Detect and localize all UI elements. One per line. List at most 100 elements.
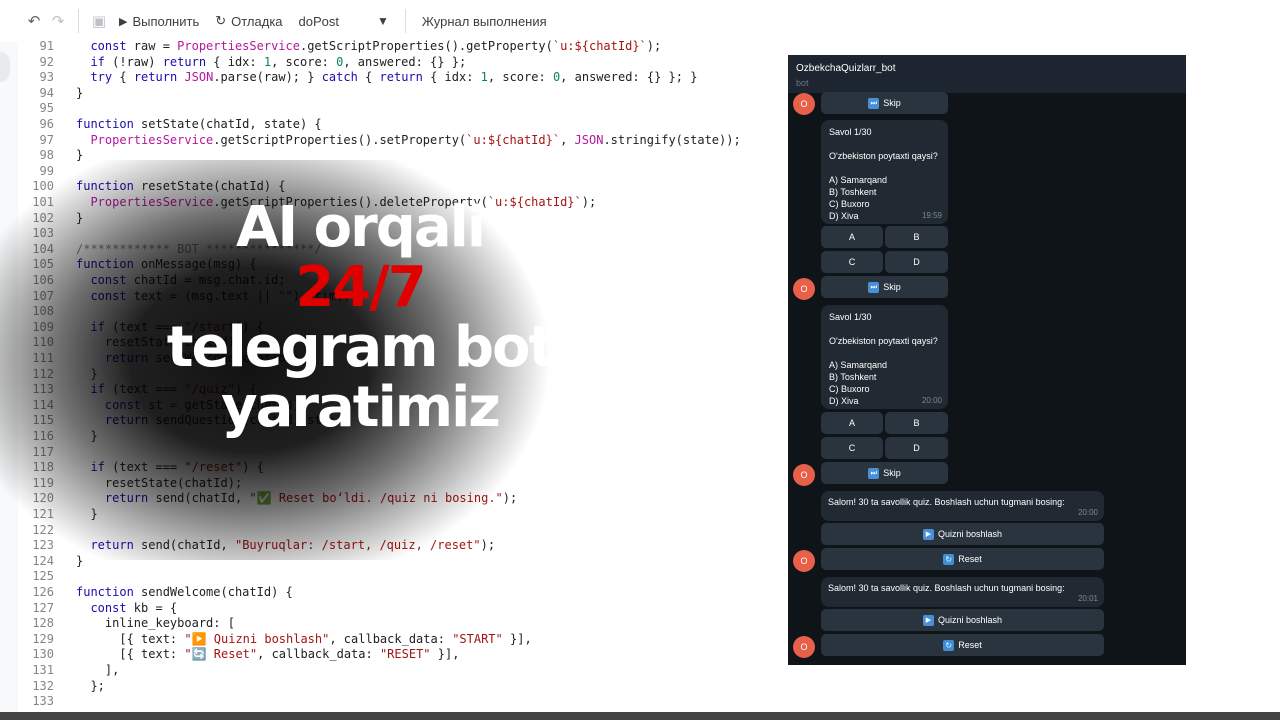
skip-button[interactable]: ⏭ Skip: [821, 462, 948, 484]
code-line[interactable]: 97 PropertiesService.getScriptProperties…: [18, 132, 741, 148]
start-quiz-button[interactable]: ▶ Quizni boshlash: [821, 609, 1104, 631]
code-line[interactable]: 121 }: [18, 506, 97, 522]
toolbar-divider: [78, 9, 79, 33]
line-number: 99: [39, 163, 54, 178]
code-line[interactable]: 122: [18, 522, 54, 538]
code-line[interactable]: 128 inline_keyboard: [: [18, 615, 235, 631]
option-c: C) Buxoro: [829, 384, 870, 394]
code-line[interactable]: 101 PropertiesService.getScriptPropertie…: [18, 194, 596, 210]
reset-button[interactable]: ↻ Reset: [821, 634, 1104, 656]
question-title: Savol 1/30: [829, 127, 872, 137]
answer-c-button[interactable]: C: [821, 437, 883, 459]
code-text: }: [76, 148, 84, 163]
code-line[interactable]: 108: [18, 303, 54, 319]
code-line[interactable]: 105 function onMessage(msg) {: [18, 256, 256, 272]
answer-a-button[interactable]: A: [821, 412, 883, 434]
avatar[interactable]: O: [793, 636, 815, 658]
skip-button[interactable]: ⏭ Skip: [821, 276, 948, 298]
code-line[interactable]: 110 resetState(chatId);: [18, 334, 242, 350]
code-line[interactable]: 107 const text = (msg.text || "").trim()…: [18, 288, 357, 304]
reset-button[interactable]: ↻ Reset: [821, 548, 1104, 570]
function-select[interactable]: doPost ▼: [291, 14, 397, 29]
reset-label: Reset: [958, 554, 982, 564]
line-number: 110: [32, 335, 54, 350]
code-line[interactable]: 103: [18, 225, 54, 241]
start-quiz-label: Quizni boshlash: [937, 615, 1003, 625]
line-number: 122: [32, 522, 54, 537]
code-line[interactable]: 130 [{ text: "🔄 Reset", callback_data: "…: [18, 646, 459, 662]
chat-subtitle: bot: [796, 78, 809, 88]
redo-icon[interactable]: ↷: [46, 9, 70, 33]
option-a: A) Samarqand: [829, 175, 888, 185]
code-line[interactable]: 117: [18, 444, 54, 460]
avatar[interactable]: O: [793, 464, 815, 486]
execution-log-button[interactable]: Журнал выполнения: [414, 6, 555, 36]
debug-icon: ↻: [215, 13, 227, 28]
code-text: inline_keyboard: [: [76, 616, 235, 631]
undo-icon[interactable]: ↶: [22, 9, 46, 33]
answer-b-button[interactable]: B: [885, 226, 948, 248]
code-line[interactable]: 116 }: [18, 428, 97, 444]
line-number: 127: [32, 600, 54, 615]
code-line[interactable]: 99: [18, 163, 54, 179]
option-c: C) Buxoro: [829, 199, 870, 209]
toolbar-divider: [404, 9, 406, 33]
answer-d-button[interactable]: D: [885, 251, 948, 273]
code-line[interactable]: 132 };: [18, 678, 105, 694]
answer-b-button[interactable]: B: [885, 412, 948, 434]
code-line[interactable]: 94}: [18, 85, 84, 101]
code-text: [{ text: "🔄 Reset", callback_data: "RESE…: [76, 647, 460, 662]
code-line[interactable]: 102}: [18, 210, 83, 226]
line-number: 101: [32, 195, 54, 209]
answer-d-button[interactable]: D: [885, 437, 948, 459]
code-line[interactable]: 95: [18, 100, 54, 116]
reset-icon: ↻: [943, 639, 955, 651]
code-line[interactable]: 120 return send(chatId, "✅ Reset boʻldi.…: [18, 490, 517, 506]
code-text: if (text === "/reset") {: [90, 460, 264, 475]
code-line[interactable]: 127 const kb = {: [18, 600, 177, 616]
start-quiz-button[interactable]: ▶ Quizni boshlash: [821, 523, 1104, 545]
log-label: Журнал выполнения: [421, 13, 547, 29]
code-text: return send(chatId, "Buyruqlar: /start, …: [90, 538, 496, 553]
code-line[interactable]: 96 function setState(chatId, state) {: [18, 116, 322, 132]
avatar[interactable]: O: [793, 278, 815, 300]
avatar[interactable]: O: [793, 550, 815, 572]
code-line[interactable]: 123 return send(chatId, "Buyruqlar: /sta…: [18, 537, 495, 553]
code-line[interactable]: 98}: [18, 147, 84, 163]
code-line[interactable]: 115 return sendQuestion(chatId, st);: [18, 412, 336, 428]
line-number: 129: [32, 631, 54, 646]
skip-button[interactable]: ⏭ Skip: [821, 92, 948, 114]
debug-button[interactable]: ↻ Отладка: [207, 6, 290, 36]
code-line[interactable]: 118 if (text === "/reset") {: [18, 459, 264, 475]
line-number: 114: [32, 397, 54, 412]
skip-icon: ⏭: [868, 281, 880, 293]
code-line[interactable]: 126 function sendWelcome(chatId) {: [18, 584, 292, 600]
run-label: Выполнить: [132, 13, 200, 29]
code-line[interactable]: 111 return sendWelcome(chatId);: [18, 350, 300, 366]
code-line[interactable]: 113 if (text === "/quiz") {: [18, 381, 256, 397]
code-line[interactable]: 93 try { return JSON.parse(raw); } catch…: [18, 69, 698, 85]
answer-c-button[interactable]: C: [821, 251, 883, 273]
code-line[interactable]: 119 resetState(chatId);: [18, 475, 242, 491]
code-line[interactable]: 112 }: [18, 366, 97, 382]
code-line[interactable]: 91 const raw = PropertiesService.getScri…: [18, 38, 662, 54]
answer-a-button[interactable]: A: [821, 226, 883, 248]
avatar[interactable]: O: [793, 93, 815, 115]
code-line[interactable]: 125: [18, 568, 54, 584]
code-line[interactable]: 124}: [18, 553, 83, 569]
line-number: 115: [32, 413, 54, 428]
code-line[interactable]: 129 [{ text: "▶️ Quizni boshlash", callb…: [18, 631, 531, 647]
code-line[interactable]: 114 const st = getState(chatId);: [18, 397, 307, 413]
code-line[interactable]: 131 ],: [18, 662, 119, 678]
code-line[interactable]: 104/************ BOT ***************/: [18, 241, 321, 257]
code-line[interactable]: 106 const chatId = msg.chat.id;: [18, 272, 285, 288]
code-line[interactable]: 109 if (text === "/start") {: [18, 319, 264, 335]
run-button[interactable]: ▶ Выполнить: [111, 6, 207, 36]
code-line[interactable]: 133: [18, 693, 54, 709]
code-line[interactable]: 100 function resetState(chatId) {: [18, 178, 285, 194]
code-line[interactable]: 92 if (!raw) return { idx: 1, score: 0, …: [18, 54, 467, 70]
line-number: 94: [39, 85, 54, 100]
option-d: D) Xiva: [829, 211, 859, 221]
question-title: Savol 1/30: [829, 312, 872, 322]
save-icon[interactable]: ▣: [87, 9, 111, 33]
